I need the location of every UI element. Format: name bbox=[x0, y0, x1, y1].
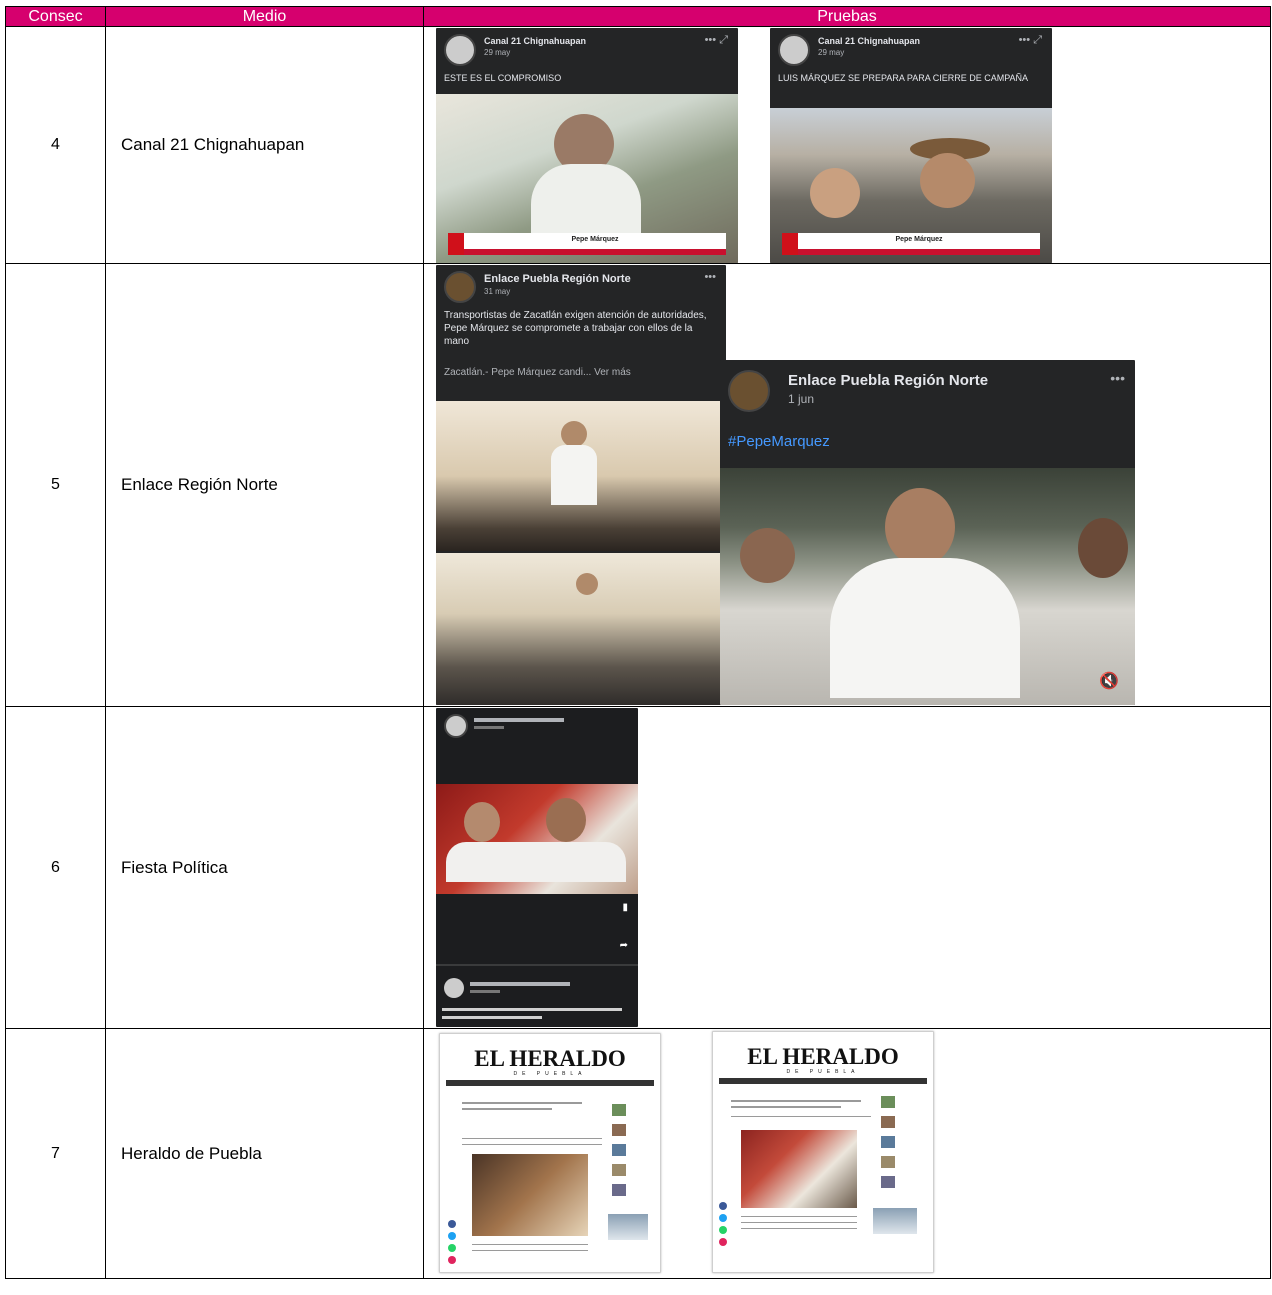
page-avatar bbox=[778, 34, 810, 66]
post-photo bbox=[436, 784, 638, 894]
evidence-cell: Enlace Puebla Región Norte 31 may ••• Tr… bbox=[423, 263, 1271, 707]
facebook-post-screenshot: Canal 21 Chignahuapan 29 may ••• ⤢ LUIS … bbox=[770, 28, 1052, 263]
post-photo: Pepe Márquez bbox=[770, 108, 1052, 263]
site-logo: EL HERALDO bbox=[747, 1044, 899, 1069]
comment-icon[interactable]: ▮ bbox=[622, 902, 628, 913]
evidence-cell: ▮ ➦ bbox=[423, 706, 1271, 1029]
page-avatar bbox=[444, 978, 464, 998]
medio-cell: Canal 21 Chignahuapan bbox=[105, 26, 424, 264]
more-options-icon: ••• bbox=[1110, 370, 1125, 386]
whatsapp-share-icon[interactable] bbox=[719, 1226, 727, 1234]
page-avatar bbox=[444, 714, 468, 738]
share-icon[interactable]: ➦ bbox=[620, 940, 628, 951]
twitter-share-icon[interactable] bbox=[719, 1214, 727, 1222]
post-hashtag: #PepeMarquez bbox=[728, 433, 830, 450]
banner-name: Pepe Márquez bbox=[895, 236, 943, 243]
post-video-frame: 🔇 bbox=[720, 468, 1135, 705]
table-row: 5 Enlace Región Norte Enlace Puebla Regi… bbox=[5, 263, 1271, 707]
facebook-post-screenshot: Enlace Puebla Región Norte 1 jun ••• #Pe… bbox=[720, 360, 1135, 705]
page-name: Canal 21 Chignahuapan bbox=[818, 36, 921, 46]
page-avatar bbox=[728, 370, 770, 412]
page-name: Enlace Puebla Región Norte bbox=[484, 273, 631, 285]
site-nav bbox=[719, 1078, 927, 1084]
post-caption-more: Zacatlán.- Pepe Márquez candi... Ver más bbox=[444, 367, 631, 378]
article-photo bbox=[472, 1154, 588, 1236]
table-row: 7 Heraldo de Puebla EL HERALDO DE PUEBLA bbox=[5, 1028, 1271, 1279]
header-consec: Consec bbox=[5, 6, 106, 27]
webpage-screenshot: EL HERALDO DE PUEBLA bbox=[712, 1031, 934, 1273]
page-name: Canal 21 Chignahuapan bbox=[484, 36, 587, 46]
email-share-icon[interactable] bbox=[448, 1256, 456, 1264]
tv-banner: Pepe Márquez bbox=[448, 233, 726, 255]
facebook-post-screenshot: Enlace Puebla Región Norte 31 may ••• Tr… bbox=[436, 265, 726, 705]
post-photo: Pepe Márquez bbox=[436, 94, 738, 263]
site-nav bbox=[446, 1080, 654, 1086]
more-options-icon: ••• bbox=[704, 271, 716, 283]
header-row: Consec Medio Pruebas bbox=[5, 6, 1271, 27]
page-name: Enlace Puebla Región Norte bbox=[788, 372, 989, 389]
post-date: 1 jun bbox=[788, 392, 815, 406]
post-date: 29 may bbox=[484, 48, 511, 57]
tv-banner: Pepe Márquez bbox=[782, 233, 1040, 255]
mute-icon[interactable]: 🔇 bbox=[1099, 671, 1119, 691]
post-caption: ESTE ES EL COMPROMISO bbox=[444, 73, 562, 83]
header-medio: Medio bbox=[105, 6, 424, 27]
site-logo: EL HERALDO bbox=[474, 1046, 626, 1071]
facebook-post-screenshot: Canal 21 Chignahuapan 29 may ••• ⤢ ESTE … bbox=[436, 28, 738, 263]
page-avatar bbox=[444, 34, 476, 66]
twitter-share-icon[interactable] bbox=[448, 1232, 456, 1240]
medio-cell: Heraldo de Puebla bbox=[105, 1028, 424, 1279]
consec-cell: 4 bbox=[5, 26, 106, 264]
more-options-icon: ••• ⤢ bbox=[1018, 34, 1042, 46]
medio-cell: Enlace Región Norte bbox=[105, 263, 424, 707]
more-options-icon: ••• ⤢ bbox=[704, 34, 728, 46]
banner-name: Pepe Márquez bbox=[571, 236, 619, 243]
consec-cell: 7 bbox=[5, 1028, 106, 1279]
table-row: 6 Fiesta Política ▮ ➦ bbox=[5, 706, 1271, 1029]
medio-cell: Fiesta Política bbox=[105, 706, 424, 1029]
facebook-share-icon[interactable] bbox=[448, 1220, 456, 1228]
post-photo bbox=[436, 401, 726, 551]
site-logo-sub: DE PUEBLA bbox=[513, 1071, 587, 1077]
post-caption: Transportistas de Zacatlán exigen atenci… bbox=[444, 310, 707, 347]
webpage-screenshot: EL HERALDO DE PUEBLA bbox=[439, 1033, 661, 1273]
page-avatar bbox=[444, 271, 476, 303]
evidence-cell: EL HERALDO DE PUEBLA EL HERALDO DE PUEBL… bbox=[423, 1028, 1271, 1279]
post-caption: LUIS MÁRQUEZ SE PREPARA PARA CIERRE DE C… bbox=[778, 73, 1029, 83]
consec-cell: 6 bbox=[5, 706, 106, 1029]
post-date: 29 may bbox=[818, 48, 845, 57]
post-photo bbox=[436, 553, 726, 705]
facebook-post-screenshot: ▮ ➦ bbox=[436, 708, 638, 1027]
evidence-table: Consec Medio Pruebas 4 Canal 21 Chignahu… bbox=[5, 6, 1271, 1279]
header-pruebas: Pruebas bbox=[423, 6, 1271, 27]
whatsapp-share-icon[interactable] bbox=[448, 1244, 456, 1252]
evidence-cell: Canal 21 Chignahuapan 29 may ••• ⤢ ESTE … bbox=[423, 26, 1271, 264]
table-row: 4 Canal 21 Chignahuapan Canal 21 Chignah… bbox=[5, 26, 1271, 264]
consec-cell: 5 bbox=[5, 263, 106, 707]
facebook-share-icon[interactable] bbox=[719, 1202, 727, 1210]
article-photo bbox=[741, 1130, 857, 1208]
email-share-icon[interactable] bbox=[719, 1238, 727, 1246]
post-date: 31 may bbox=[484, 287, 511, 296]
site-logo-sub: DE PUEBLA bbox=[786, 1069, 860, 1075]
